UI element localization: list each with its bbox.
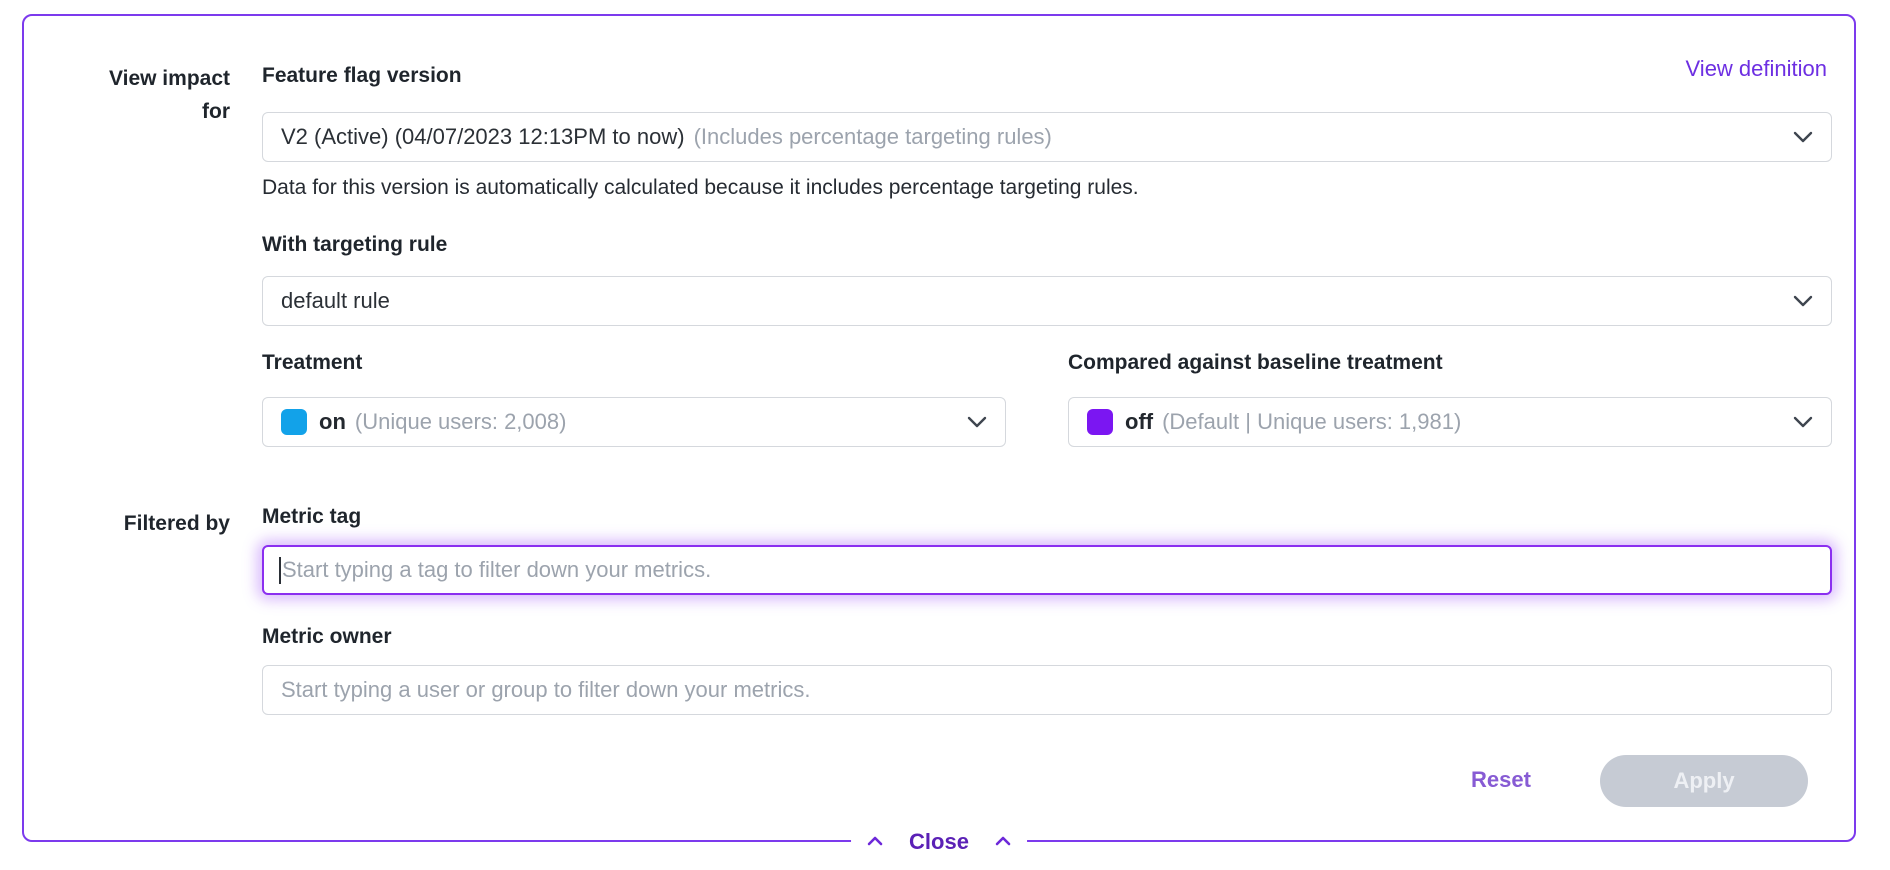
view-definition-link[interactable]: View definition xyxy=(1686,56,1827,82)
targeting-rule-select[interactable]: default rule xyxy=(262,276,1832,326)
chevron-down-icon xyxy=(1793,131,1813,143)
metric-owner-field xyxy=(262,665,1832,715)
chevron-up-icon xyxy=(995,833,1011,851)
feature-flag-version-note: (Includes percentage targeting rules) xyxy=(694,124,1052,150)
targeting-rule-label: With targeting rule xyxy=(262,233,447,257)
metric-tag-field xyxy=(262,545,1832,595)
feature-flag-version-label: Feature flag version xyxy=(262,64,462,88)
filtered-by-label: Filtered by xyxy=(60,507,230,540)
baseline-note: (Default | Unique users: 1,981) xyxy=(1162,409,1461,435)
text-cursor xyxy=(279,557,281,584)
metric-tag-input[interactable] xyxy=(262,545,1832,595)
chevron-down-icon xyxy=(1793,416,1813,428)
reset-button[interactable]: Reset xyxy=(1446,766,1556,794)
metric-tag-label: Metric tag xyxy=(262,505,361,529)
feature-flag-version-select[interactable]: V2 (Active) (04/07/2023 12:13PM to now) … xyxy=(262,112,1832,162)
close-button[interactable]: Close xyxy=(851,829,1027,855)
baseline-color-swatch xyxy=(1087,409,1113,435)
chevron-down-icon xyxy=(967,416,987,428)
treatment-value: on xyxy=(319,409,346,435)
treatment-select[interactable]: on (Unique users: 2,008) xyxy=(262,397,1006,447)
view-impact-for-label: View impact for xyxy=(90,62,230,128)
targeting-rule-value: default rule xyxy=(281,288,390,314)
chevron-up-icon xyxy=(867,833,883,851)
metric-owner-input[interactable] xyxy=(262,665,1832,715)
chevron-down-icon xyxy=(1793,295,1813,307)
version-helper-text: Data for this version is automatically c… xyxy=(262,176,1139,200)
feature-flag-version-value: V2 (Active) (04/07/2023 12:13PM to now) xyxy=(281,124,685,150)
baseline-treatment-select[interactable]: off (Default | Unique users: 1,981) xyxy=(1068,397,1832,447)
treatment-color-swatch xyxy=(281,409,307,435)
close-label: Close xyxy=(909,829,969,855)
baseline-treatment-label: Compared against baseline treatment xyxy=(1068,351,1443,375)
baseline-value: off xyxy=(1125,409,1153,435)
apply-button[interactable]: Apply xyxy=(1600,755,1808,807)
metric-owner-label: Metric owner xyxy=(262,625,392,649)
treatment-note: (Unique users: 2,008) xyxy=(355,409,567,435)
treatment-label: Treatment xyxy=(262,351,362,375)
